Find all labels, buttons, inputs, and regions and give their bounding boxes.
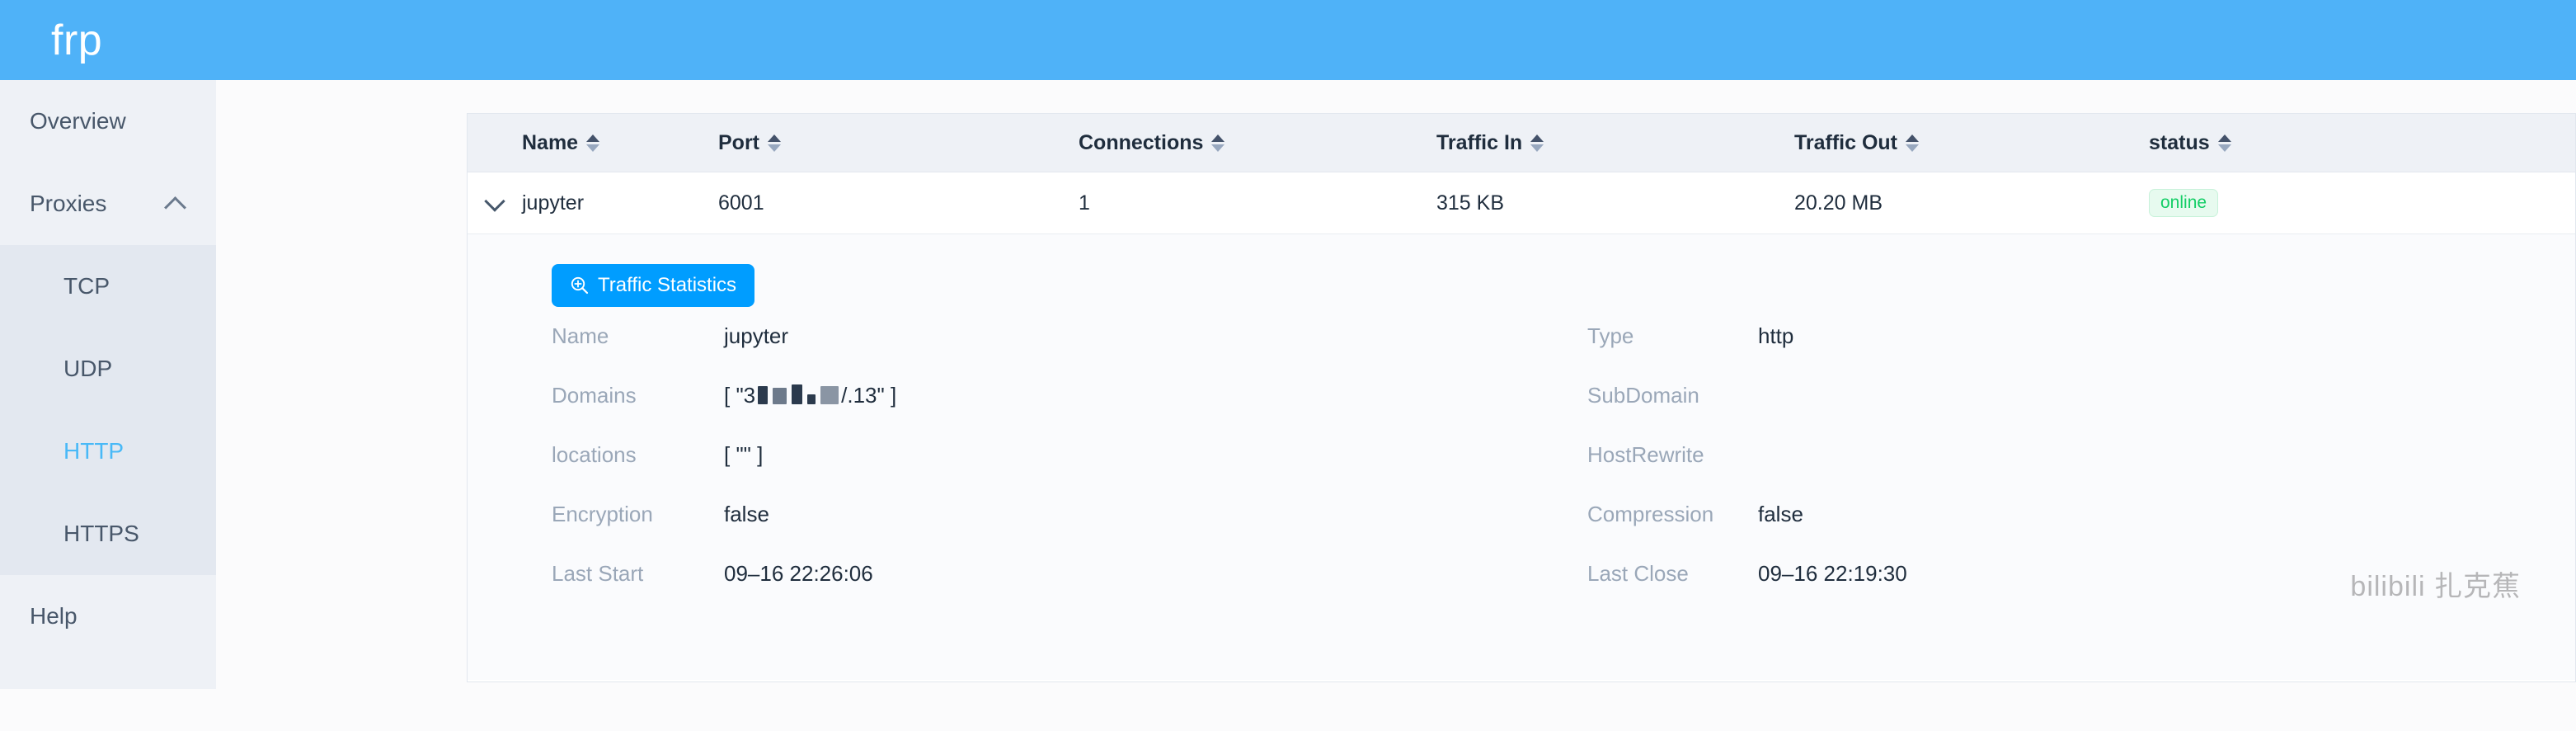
sidebar: Overview Proxies TCP UDP HTTP HTTPS Help <box>0 80 216 689</box>
sidebar-item-tcp[interactable]: TCP <box>0 245 216 328</box>
sidebar-item-help-label: Help <box>30 603 78 629</box>
detail-label-compression: Compression <box>1587 502 1714 526</box>
app-logo: frp <box>51 17 103 64</box>
table-header-status[interactable]: status <box>2149 131 2479 155</box>
proxy-detail-fields: Name jupyter Type http Domains [ "3 /.13… <box>468 322 2575 619</box>
detail-value-type: http <box>1758 323 1794 348</box>
redaction-block <box>792 384 803 404</box>
table-header-row: Name Port Connections Traffic In Traffic… <box>468 113 2575 172</box>
detail-label-last-start: Last Start <box>552 561 644 586</box>
sort-icon[interactable] <box>586 134 600 152</box>
sort-icon[interactable] <box>768 134 781 152</box>
table-header-name[interactable]: Name <box>522 131 718 155</box>
table-header-port-label: Port <box>718 130 759 154</box>
detail-label-hostrewrite: HostRewrite <box>1587 442 1704 467</box>
detail-label-encryption: Encryption <box>552 502 653 526</box>
zoom-in-icon <box>571 276 589 295</box>
table-header-traffic-in-label: Traffic In <box>1436 130 1523 154</box>
detail-field-row: Domains [ "3 /.13" ] SubDomain <box>468 381 2575 441</box>
detail-field-row: Encryption false Compression false <box>468 500 2575 559</box>
row-cell-traffic-in: 315 KB <box>1436 191 1505 215</box>
sidebar-item-overview[interactable]: Overview <box>0 80 216 163</box>
row-cell-status: online <box>2149 189 2479 217</box>
row-cell-name: jupyter <box>522 191 585 215</box>
sidebar-item-tcp-label: TCP <box>63 273 110 299</box>
redaction-block <box>807 394 816 404</box>
detail-label-domains: Domains <box>552 383 637 408</box>
sidebar-item-proxies-label: Proxies <box>30 191 107 216</box>
watermark: bilibili 扎克蕉 <box>2350 571 2521 602</box>
detail-value-compression: false <box>1758 502 1803 526</box>
redaction-block <box>820 386 839 404</box>
row-expand-toggle[interactable] <box>468 192 522 214</box>
row-cell-port: 6001 <box>718 191 764 215</box>
detail-label-type: Type <box>1587 323 1634 348</box>
chevron-down-icon[interactable] <box>484 192 505 214</box>
detail-label-subdomain: SubDomain <box>1587 383 1699 408</box>
detail-value-last-start: 09–16 22:26:06 <box>724 561 873 586</box>
sidebar-item-proxies[interactable]: Proxies <box>0 163 216 245</box>
app-header: frp <box>0 0 2576 80</box>
sort-icon[interactable] <box>1211 134 1225 152</box>
sidebar-item-http[interactable]: HTTP <box>0 410 216 493</box>
traffic-statistics-button-label: Traffic Statistics <box>598 274 737 296</box>
table-header-traffic-in[interactable]: Traffic In <box>1436 131 1794 155</box>
status-badge: online <box>2149 189 2219 217</box>
sidebar-item-udp-label: UDP <box>63 356 113 381</box>
detail-field-row: locations [ "" ] HostRewrite <box>468 441 2575 500</box>
table-header-traffic-out-label: Traffic Out <box>1794 130 1898 154</box>
domain-suffix: /.13" ] <box>841 383 897 408</box>
detail-field-row: Name jupyter Type http <box>468 322 2575 381</box>
redaction-block <box>773 388 787 404</box>
detail-field-row: Last Start 09–16 22:26:06 Last Close 09–… <box>468 559 2575 619</box>
table-header-connections[interactable]: Connections <box>1079 131 1436 155</box>
detail-label-name: Name <box>552 323 609 348</box>
frp-dashboard: frp Overview Proxies TCP UDP HTTP HTTPS <box>0 0 2576 731</box>
detail-value-domains: [ "3 /.13" ] <box>724 381 896 409</box>
detail-value-locations: [ "" ] <box>724 442 764 467</box>
redacted-domain-value: [ "3 /.13" ] <box>724 381 896 409</box>
table-header-traffic-out[interactable]: Traffic Out <box>1794 131 2149 155</box>
proxy-detail-panel: Traffic Statistics Name jupyter Type htt… <box>468 234 2575 680</box>
table-header-connections-label: Connections <box>1079 130 1204 154</box>
detail-label-last-close: Last Close <box>1587 561 1689 586</box>
sidebar-submenu-proxies: TCP UDP HTTP HTTPS <box>0 245 216 575</box>
sidebar-item-https[interactable]: HTTPS <box>0 493 216 575</box>
row-cell-traffic-out: 20.20 MB <box>1794 191 1883 215</box>
sidebar-item-https-label: HTTPS <box>63 521 139 546</box>
domain-prefix: [ "3 <box>724 383 756 408</box>
traffic-statistics-button[interactable]: Traffic Statistics <box>552 264 755 307</box>
table-header-status-label: status <box>2149 130 2210 154</box>
table-header-port[interactable]: Port <box>718 131 1079 155</box>
detail-label-locations: locations <box>552 442 637 467</box>
sort-icon[interactable] <box>1530 134 1544 152</box>
row-cell-connections: 1 <box>1079 191 1090 215</box>
proxies-table-card: Name Port Connections Traffic In Traffic… <box>467 113 2576 682</box>
redaction-block <box>758 386 769 404</box>
sidebar-item-overview-label: Overview <box>30 108 126 134</box>
table-row[interactable]: jupyter 6001 1 315 KB 20.20 MB online <box>468 172 2575 234</box>
detail-value-encryption: false <box>724 502 769 526</box>
sidebar-item-udp[interactable]: UDP <box>0 328 216 410</box>
detail-value-last-close: 09–16 22:19:30 <box>1758 561 1907 586</box>
main-content: Name Port Connections Traffic In Traffic… <box>216 80 2576 731</box>
detail-value-name: jupyter <box>724 323 789 348</box>
sort-icon[interactable] <box>2217 134 2231 152</box>
chevron-up-icon <box>165 193 186 215</box>
sidebar-item-http-label: HTTP <box>63 438 125 464</box>
sort-icon[interactable] <box>1906 134 1920 152</box>
table-header-name-label: Name <box>522 130 579 154</box>
sidebar-item-help[interactable]: Help <box>0 575 216 658</box>
